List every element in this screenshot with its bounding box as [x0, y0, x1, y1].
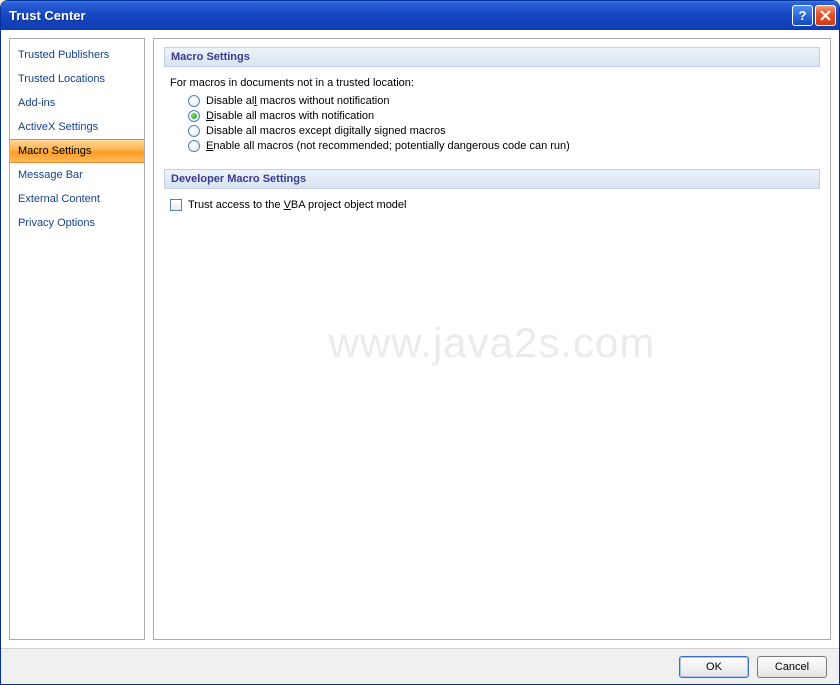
dialog-footer: OK Cancel [1, 648, 839, 684]
close-button[interactable] [815, 5, 836, 26]
titlebar: Trust Center ? [1, 1, 839, 30]
macro-option-label: Disable all macros without notification [206, 95, 389, 107]
main-panel: Macro Settings For macros in documents n… [153, 38, 831, 640]
close-icon [820, 10, 831, 21]
macro-option-label: Disable all macros with notification [206, 110, 374, 122]
macro-option-1[interactable]: Disable all macros with notification [188, 110, 820, 122]
watermark: www.java2s.com [154, 319, 830, 367]
macro-intro-text: For macros in documents not in a trusted… [170, 77, 820, 89]
sidebar-item-message-bar[interactable]: Message Bar [10, 163, 144, 187]
sidebar-item-activex-settings[interactable]: ActiveX Settings [10, 115, 144, 139]
radio-icon [188, 125, 200, 137]
ok-button[interactable]: OK [679, 656, 749, 678]
sidebar-item-add-ins[interactable]: Add-ins [10, 91, 144, 115]
content-area: Trusted PublishersTrusted LocationsAdd-i… [1, 30, 839, 648]
cancel-button[interactable]: Cancel [757, 656, 827, 678]
macro-option-label: Disable all macros except digitally sign… [206, 125, 446, 137]
sidebar-item-trusted-publishers[interactable]: Trusted Publishers [10, 43, 144, 67]
trust-vba-label: Trust access to the VBA project object m… [188, 199, 407, 211]
radio-icon [188, 95, 200, 107]
help-icon: ? [799, 8, 807, 23]
trust-vba-checkbox-row[interactable]: Trust access to the VBA project object m… [170, 199, 820, 211]
sidebar-item-macro-settings[interactable]: Macro Settings [10, 139, 144, 163]
radio-icon [188, 110, 200, 122]
section-header-developer: Developer Macro Settings [164, 169, 820, 189]
macro-radio-group: Disable all macros without notification D… [188, 95, 820, 152]
sidebar-item-external-content[interactable]: External Content [10, 187, 144, 211]
macro-option-label: Enable all macros (not recommended; pote… [206, 140, 570, 152]
help-button[interactable]: ? [792, 5, 813, 26]
macro-option-3[interactable]: Enable all macros (not recommended; pote… [188, 140, 820, 152]
sidebar-item-privacy-options[interactable]: Privacy Options [10, 211, 144, 235]
radio-icon [188, 140, 200, 152]
macro-option-2[interactable]: Disable all macros except digitally sign… [188, 125, 820, 137]
section-header-macro: Macro Settings [164, 47, 820, 67]
window-title: Trust Center [9, 8, 790, 23]
checkbox-icon [170, 199, 182, 211]
trust-center-dialog: Trust Center ? Trusted PublishersTrusted… [0, 0, 840, 685]
sidebar-item-trusted-locations[interactable]: Trusted Locations [10, 67, 144, 91]
sidebar: Trusted PublishersTrusted LocationsAdd-i… [9, 38, 145, 640]
macro-option-0[interactable]: Disable all macros without notification [188, 95, 820, 107]
